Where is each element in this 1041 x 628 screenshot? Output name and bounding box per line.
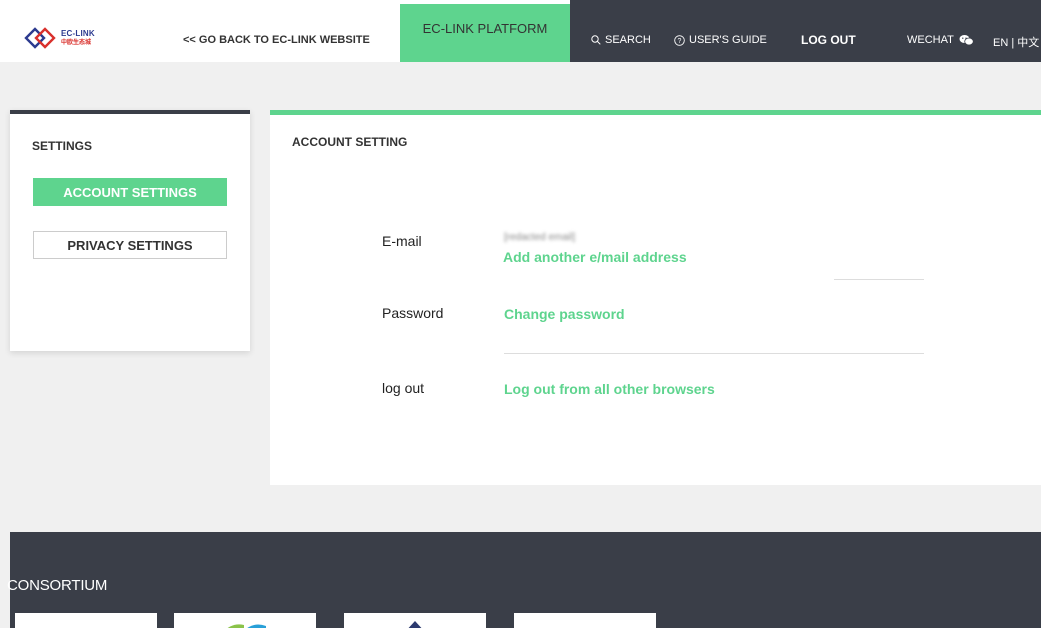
logout-label: log out — [382, 380, 425, 396]
nav-wechat-label: WECHAT — [907, 34, 954, 46]
svg-text:?: ? — [678, 38, 682, 45]
partner-logo[interactable] — [514, 613, 656, 628]
nav-wechat[interactable]: WECHAT — [907, 34, 974, 46]
sidebar-item-account-settings[interactable]: ACCOUNT SETTINGS — [33, 178, 227, 206]
footer: CONSORTIUM — [7, 532, 1041, 628]
password-divider — [504, 353, 924, 354]
partner-logo[interactable] — [344, 613, 486, 628]
back-to-website-link[interactable]: << GO BACK TO EC-LINK WEBSITE — [183, 34, 370, 46]
sidebar-title: SETTINGS — [32, 139, 93, 153]
nav-search[interactable]: SEARCH — [591, 34, 651, 46]
help-circle-icon: ? — [674, 34, 685, 46]
partner-logo-graphic — [227, 624, 266, 628]
top-header: EC-LINK 中欧生态城 << GO BACK TO EC-LINK WEBS… — [0, 0, 1041, 62]
page-title: ACCOUNT SETTING — [292, 135, 408, 149]
partner-logo[interactable] — [15, 613, 157, 628]
password-label: Password — [382, 305, 444, 321]
email-label: E-mail — [382, 233, 422, 249]
partner-logo[interactable] — [174, 613, 316, 628]
ec-link-logo-icon — [24, 27, 56, 49]
logo-text-en: EC-LINK — [61, 28, 95, 38]
add-email-link[interactable]: Add another e/mail address — [503, 249, 687, 265]
account-settings-panel: ACCOUNT SETTING E-mail [redacted email] … — [270, 110, 1041, 485]
search-icon — [591, 35, 601, 45]
change-password-link[interactable]: Change password — [504, 306, 625, 322]
email-value: [redacted email] — [504, 232, 576, 243]
nav-users-guide[interactable]: ? USER'S GUIDE — [674, 34, 767, 46]
language-switcher[interactable]: EN | 中文 — [993, 34, 1039, 50]
nav-logout-button[interactable]: LOG OUT — [801, 33, 856, 47]
partner-logo-graphic — [408, 621, 422, 628]
sidebar-item-privacy-settings[interactable]: PRIVACY SETTINGS — [33, 231, 227, 259]
wechat-icon — [959, 35, 974, 46]
logo-text-cn: 中欧生态城 — [61, 39, 92, 46]
top-nav-bar — [570, 0, 1041, 62]
logout-other-browsers-link[interactable]: Log out from all other browsers — [504, 381, 715, 397]
email-divider — [834, 279, 924, 280]
ec-link-logo[interactable]: EC-LINK 中欧生态城 — [24, 26, 114, 50]
nav-guide-label: USER'S GUIDE — [689, 34, 767, 46]
footer-title: CONSORTIUM — [7, 577, 108, 594]
nav-tab-platform[interactable]: EC-LINK PLATFORM — [400, 4, 570, 62]
nav-search-label: SEARCH — [605, 34, 651, 46]
settings-sidebar: SETTINGS ACCOUNT SETTINGS PRIVACY SETTIN… — [10, 110, 250, 351]
